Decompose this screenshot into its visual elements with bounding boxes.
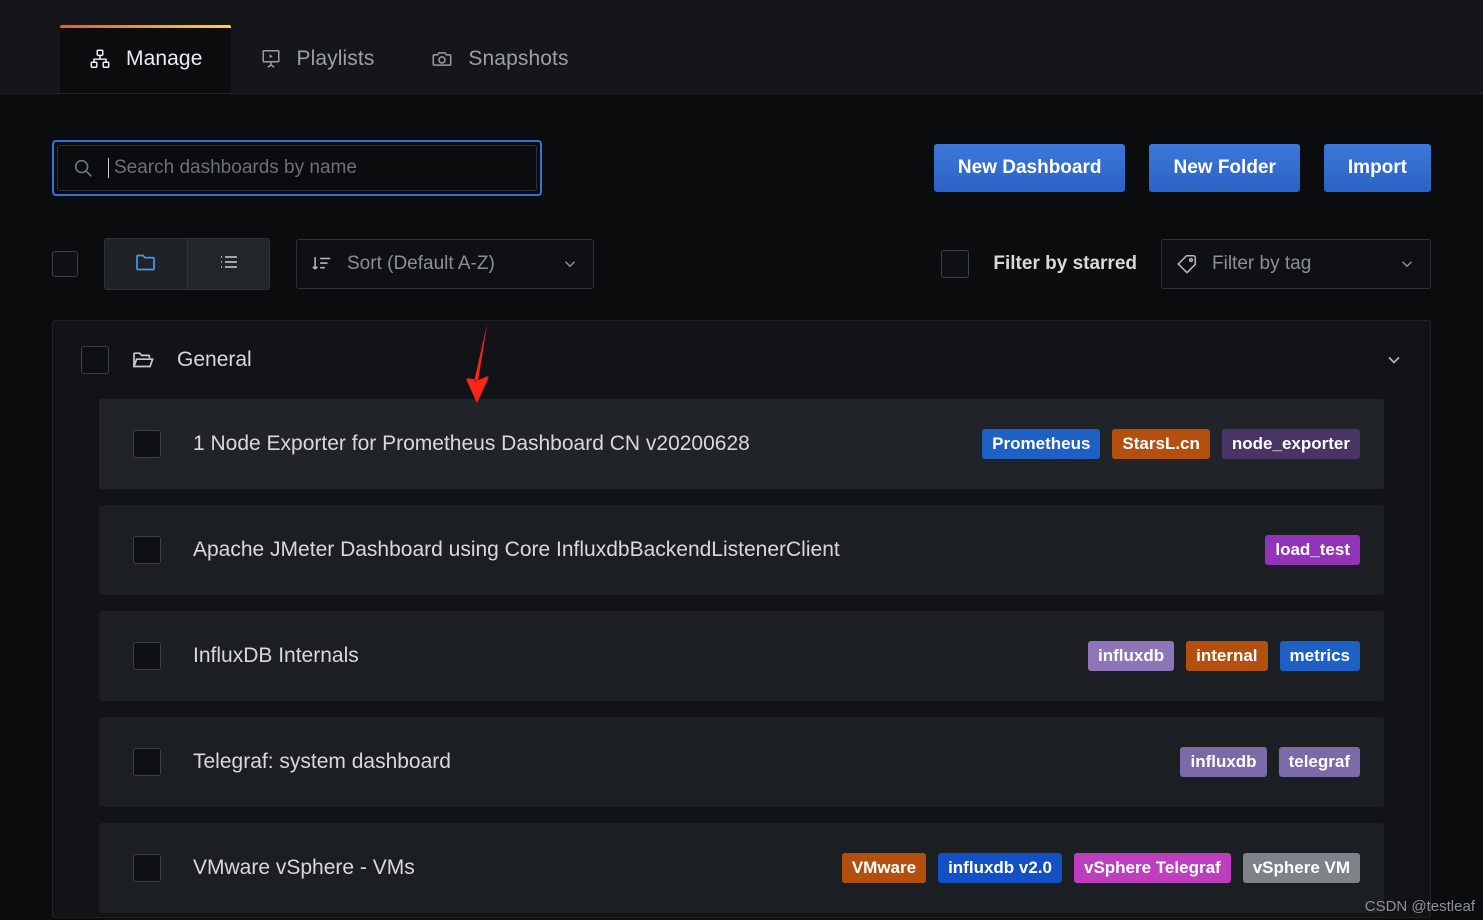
folder-name-label: General — [177, 348, 252, 371]
dashboards-nav-tabs: Manage Playlists Snapshots — [0, 0, 1483, 94]
dashboard-title: InfluxDB Internals — [193, 644, 359, 667]
camera-icon — [430, 47, 454, 71]
new-dashboard-button[interactable]: New Dashboard — [933, 144, 1126, 192]
dashboard-select-checkbox[interactable] — [133, 854, 161, 882]
text-cursor — [108, 158, 109, 178]
dashboard-tags: Prometheus StarsL.cn node_exporter — [982, 429, 1360, 459]
folder-header-general[interactable]: General — [53, 321, 1430, 399]
tag-badge[interactable]: influxdb — [1088, 641, 1175, 671]
tag-badge[interactable]: influxdb — [1180, 747, 1267, 777]
tab-manage[interactable]: Manage — [60, 25, 231, 93]
filter-by-tag-select[interactable]: Filter by tag — [1161, 239, 1431, 289]
dashboard-title: 1 Node Exporter for Prometheus Dashboard… — [193, 432, 750, 455]
tag-badge[interactable]: StarsL.cn — [1112, 429, 1210, 459]
folder-icon — [134, 250, 158, 279]
tag-badge[interactable]: telegraf — [1278, 747, 1360, 777]
dashboard-row[interactable]: Telegraf: system dashboard influxdb telegr… — [99, 717, 1384, 807]
filter-toolbar: Sort (Default A-Z) Filter by starred Fil… — [52, 238, 1431, 290]
sort-select[interactable]: Sort (Default A-Z) — [296, 239, 594, 289]
tag-icon — [1176, 253, 1198, 275]
search-field-focus-ring — [52, 140, 542, 196]
filter-by-tag-placeholder: Filter by tag — [1212, 253, 1312, 274]
chevron-down-icon — [561, 255, 579, 273]
tab-playlists-label: Playlists — [296, 47, 375, 70]
primary-actions: New Dashboard New Folder Import — [933, 144, 1431, 192]
dashboard-title: VMware vSphere - VMs — [193, 856, 415, 879]
new-folder-button[interactable]: New Folder — [1149, 144, 1300, 192]
tag-badge[interactable]: VMware — [841, 853, 927, 883]
view-list-button[interactable] — [187, 239, 269, 289]
tag-badge[interactable]: vSphere VM — [1242, 853, 1360, 883]
dashboard-select-checkbox[interactable] — [133, 748, 161, 776]
sort-select-label: Sort (Default A-Z) — [347, 253, 495, 274]
toolbar-right-group: Filter by starred Filter by tag — [941, 239, 1431, 289]
search-and-actions-row: New Dashboard New Folder Import — [52, 94, 1431, 196]
tag-badge[interactable]: vSphere Telegraf — [1074, 853, 1231, 883]
search-icon — [72, 157, 94, 179]
select-all-checkbox[interactable] — [52, 251, 78, 277]
tag-badge[interactable]: load_test — [1265, 535, 1360, 565]
search-results-panel: General 1 Node Exporter for Prometheus D… — [52, 320, 1431, 918]
toolbar-left-group: Sort (Default A-Z) — [52, 238, 594, 290]
dashboard-row[interactable]: Apache JMeter Dashboard using Core Influ… — [99, 505, 1384, 595]
dashboard-tags: influxdb telegraf — [1180, 747, 1360, 777]
dashboard-title: Telegraf: system dashboard — [193, 750, 451, 773]
tag-badge[interactable]: node_exporter — [1221, 429, 1360, 459]
view-mode-toggle — [104, 238, 270, 290]
tab-snapshots[interactable]: Snapshots — [402, 25, 596, 93]
folder-open-icon — [131, 348, 155, 372]
dashboard-row[interactable]: InfluxDB Internals influxdb internal metric… — [99, 611, 1384, 701]
list-icon — [217, 250, 241, 279]
tag-badge[interactable]: Prometheus — [982, 429, 1101, 459]
tag-badge[interactable]: influxdb v2.0 — [938, 853, 1062, 883]
watermark-text: CSDN @testleaf — [1364, 898, 1475, 915]
tab-snapshots-label: Snapshots — [468, 47, 569, 70]
dashboard-tags: load_test — [1265, 535, 1360, 565]
tab-playlists[interactable]: Playlists — [231, 25, 403, 93]
presentation-play-icon — [259, 47, 283, 71]
tag-badge[interactable]: metrics — [1279, 641, 1360, 671]
filter-by-starred-checkbox[interactable] — [941, 250, 970, 278]
view-folders-button[interactable] — [105, 239, 187, 289]
dashboard-tags: influxdb internal metrics — [1088, 641, 1360, 671]
sort-amount-down-icon — [311, 253, 333, 275]
dashboard-select-checkbox[interactable] — [133, 642, 161, 670]
dashboard-list: 1 Node Exporter for Prometheus Dashboard… — [53, 399, 1430, 913]
dashboard-select-checkbox[interactable] — [133, 536, 161, 564]
sitemap-icon — [88, 47, 112, 71]
folder-select-checkbox[interactable] — [81, 346, 109, 374]
search-input[interactable] — [114, 157, 522, 179]
dashboard-row[interactable]: 1 Node Exporter for Prometheus Dashboard… — [99, 399, 1384, 489]
dashboard-row[interactable]: VMware vSphere - VMs VMware influxdb v2.0 v… — [99, 823, 1384, 913]
import-button[interactable]: Import — [1323, 144, 1431, 192]
dashboard-tags: VMware influxdb v2.0 vSphere Telegraf vSphe… — [841, 853, 1360, 883]
dashboard-search-page: New Dashboard New Folder Import — [0, 94, 1483, 920]
chevron-down-icon — [1398, 255, 1416, 273]
dashboard-title: Apache JMeter Dashboard using Core Influ… — [193, 538, 840, 561]
filter-by-starred-label: Filter by starred — [993, 253, 1137, 274]
tag-badge[interactable]: internal — [1186, 641, 1268, 671]
dashboard-select-checkbox[interactable] — [133, 430, 161, 458]
search-box[interactable] — [57, 145, 537, 191]
chevron-down-icon[interactable] — [1384, 350, 1404, 370]
tab-manage-label: Manage — [126, 47, 203, 70]
